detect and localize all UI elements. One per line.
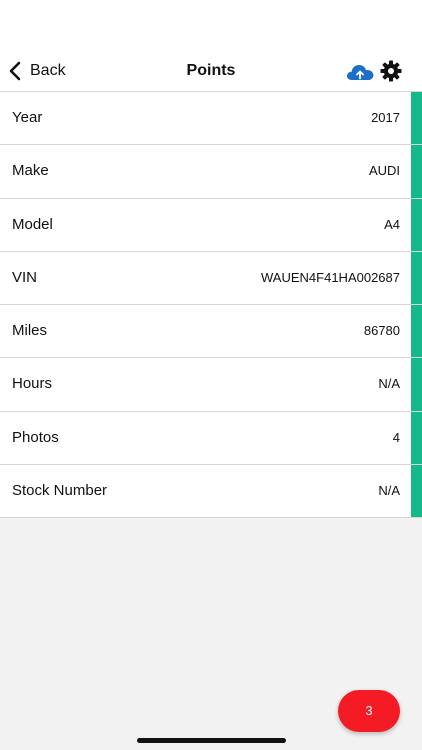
gear-icon [380, 60, 402, 82]
status-bar [0, 0, 422, 50]
row-accent-bar [411, 358, 422, 411]
row-value: 86780 [363, 323, 400, 339]
row-value: AUDI [368, 163, 400, 179]
row-accent-bar [411, 251, 422, 305]
row-value: 2017 [371, 110, 400, 125]
row-accent-bar [411, 92, 422, 145]
row-accent-bar [411, 465, 422, 518]
row-value: WAUEN4F41HA002687 [261, 269, 400, 285]
points-count-button[interactable]: 3 [338, 690, 400, 732]
back-label: Back [30, 62, 66, 79]
row-hours[interactable]: Hours N/A [0, 358, 422, 412]
chevron-left-icon [9, 61, 21, 81]
row-make[interactable]: Make AUDI [0, 145, 422, 199]
row-label: Stock Number [12, 482, 108, 500]
row-accent-bar [411, 411, 422, 465]
row-vin[interactable]: VIN WAUEN4F41HA002687 [0, 251, 422, 306]
row-accent-bar [411, 198, 422, 251]
row-photos[interactable]: Photos 4 [0, 411, 422, 466]
row-value: N/A [378, 483, 400, 499]
row-label: Photos [12, 428, 59, 446]
back-button[interactable]: Back [8, 58, 66, 84]
row-label: Hours [12, 375, 53, 393]
home-indicator[interactable] [137, 738, 286, 743]
row-year[interactable]: Year 2017 [0, 92, 422, 146]
row-label: Miles [12, 322, 48, 340]
navigation-bar: Back Points [0, 50, 422, 92]
row-model[interactable]: Model A4 [0, 198, 422, 252]
row-miles[interactable]: Miles 86780 [0, 305, 422, 359]
row-value: A4 [384, 216, 400, 232]
row-value: 4 [392, 429, 400, 445]
cloud-upload-icon [346, 65, 374, 80]
vehicle-details-list: Year 2017 Make AUDI Model A4 VIN WAUEN4F… [0, 92, 422, 519]
row-accent-bar [411, 305, 422, 358]
row-stock-number[interactable]: Stock Number N/A [0, 465, 422, 519]
row-label: VIN [12, 268, 38, 286]
upload-button[interactable] [345, 60, 375, 84]
row-value: N/A [378, 376, 400, 392]
row-label: Year [12, 109, 43, 126]
settings-button[interactable] [379, 59, 403, 83]
row-label: Model [12, 215, 53, 233]
row-label: Make [12, 162, 49, 180]
row-accent-bar [411, 145, 422, 198]
